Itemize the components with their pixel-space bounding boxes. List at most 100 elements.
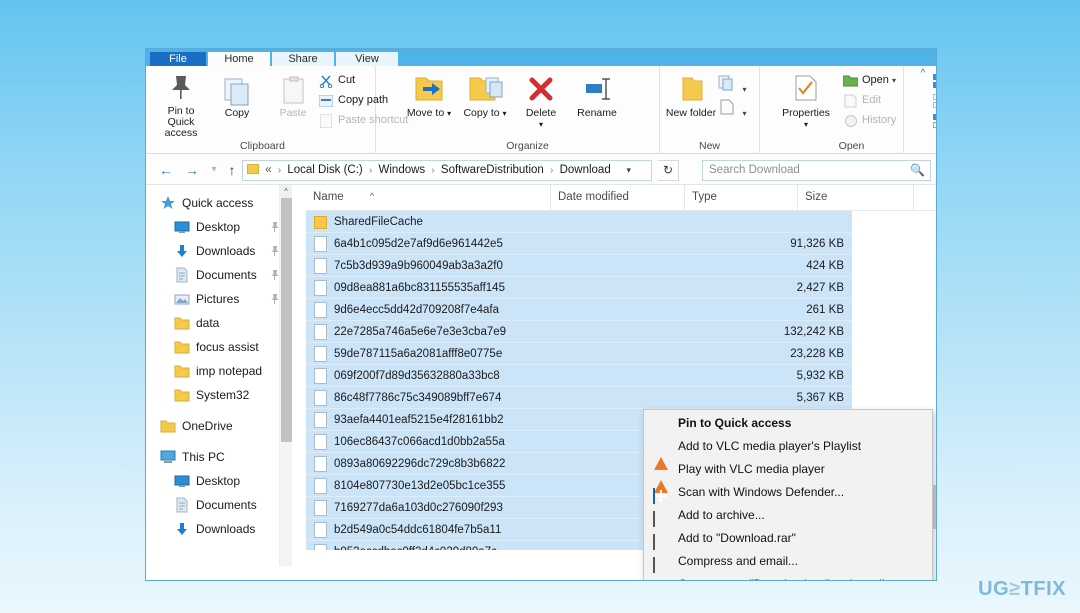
menu-item-label: Add to VLC media player's Playlist xyxy=(678,439,862,453)
file-icon xyxy=(314,346,327,362)
sidebar-item-onedrive[interactable]: OneDrive xyxy=(146,414,292,438)
paste-button[interactable]: Paste xyxy=(266,76,320,119)
sidebar-item-pictures[interactable]: Pictures xyxy=(146,287,292,311)
table-row[interactable]: 9d6e4ecc5dd42d709208f7e4afa 261 KB xyxy=(306,299,936,321)
vlc-icon xyxy=(653,462,668,493)
navigation-pane: Quick access Desktop Downloads Documents… xyxy=(146,185,292,566)
move-to-dropdown-icon[interactable]: ▾ xyxy=(447,109,451,118)
column-header-name[interactable]: Name ^ xyxy=(306,185,551,210)
column-header-size[interactable]: Size xyxy=(798,185,914,210)
sidebar-item-desktop[interactable]: Desktop xyxy=(146,215,292,239)
delete-button[interactable]: Delete ▾ xyxy=(514,72,568,130)
new-item-dropdown-icon[interactable]: ▾ xyxy=(742,85,746,94)
file-name: 0893a80692296dc729c8b3b6822 xyxy=(334,458,506,470)
breadcrumb-dropdown-icon[interactable]: ▾ xyxy=(626,161,631,180)
sidebar-item-this-pc[interactable]: This PC xyxy=(146,445,292,469)
tab-view[interactable]: View xyxy=(336,52,398,66)
ribbon-tab-strip: File Home Share View xyxy=(146,49,936,66)
new-folder-icon xyxy=(664,72,718,106)
recent-locations-button[interactable]: ▾ xyxy=(204,160,224,180)
forward-button[interactable]: → xyxy=(182,160,202,180)
table-row[interactable]: 6a4b1c095d2e7af9d6e961442e5 91,326 KB xyxy=(306,233,936,255)
menu-item-compress-to-download-rar-and-email[interactable]: Compress to "Download.rar" and email xyxy=(644,573,932,580)
breadcrumb[interactable]: « › Local Disk (C:) › Windows › Software… xyxy=(242,160,652,181)
up-button[interactable]: ↑ xyxy=(222,160,242,180)
properties-button[interactable]: Properties ▾ xyxy=(774,72,838,130)
column-header-date-modified[interactable]: Date modified xyxy=(551,185,685,210)
select-all-icon xyxy=(933,74,936,88)
sidebar-item-focus-assist[interactable]: focus assist xyxy=(146,335,292,359)
sidebar-item-imp-notepad[interactable]: imp notepad xyxy=(146,359,292,383)
delete-dropdown-icon[interactable]: ▾ xyxy=(514,119,568,130)
pin-to-quick-access-button[interactable]: Pin to Quick access xyxy=(154,70,208,139)
breadcrumb-item-download[interactable]: Download xyxy=(560,164,611,176)
sidebar-item-quick-access[interactable]: Quick access xyxy=(146,191,292,215)
table-row[interactable]: 09d8ea881a6bc831155535aff145 2,427 KB xyxy=(306,277,936,299)
navigation-pane-scrollbar[interactable]: ^ xyxy=(279,185,292,566)
select-none-button[interactable]: Select none xyxy=(930,92,936,109)
table-row[interactable]: 59de787115a6a2081afff8e0775e 23,228 KB xyxy=(306,343,936,365)
edit-button[interactable]: Edit xyxy=(842,92,881,109)
sidebar-item-label: This PC xyxy=(182,450,225,464)
sidebar-item-documents[interactable]: Documents xyxy=(146,263,292,287)
table-row[interactable]: 7c5b3d939a9b960049ab3a3a2f0 424 KB xyxy=(306,255,936,277)
menu-item-scan-with-windows-defender[interactable]: Scan with Windows Defender... xyxy=(644,481,932,504)
sidebar-item-this-pc-desktop[interactable]: Desktop xyxy=(146,469,292,493)
breadcrumb-item-windows[interactable]: Windows xyxy=(379,164,426,176)
invert-selection-button[interactable]: Invert selection xyxy=(930,112,936,129)
tab-file[interactable]: File xyxy=(150,52,206,66)
menu-item-add-to-archive[interactable]: Add to archive... xyxy=(644,504,932,527)
menu-item-play-with-vlc-media-player[interactable]: Play with VLC media player xyxy=(644,458,932,493)
file-icon xyxy=(314,412,327,428)
menu-item-pin-to-quick-access[interactable]: Pin to Quick access xyxy=(644,412,932,435)
paste-shortcut-button[interactable]: Paste shortcut xyxy=(318,112,408,129)
sidebar-item-system32[interactable]: System32 xyxy=(146,383,292,407)
column-header-type[interactable]: Type xyxy=(685,185,798,210)
copy-to-dropdown-icon[interactable]: ▾ xyxy=(503,109,507,118)
move-to-button[interactable]: Move to ▾ xyxy=(402,72,456,119)
tab-share[interactable]: Share xyxy=(272,52,334,66)
copy-path-icon xyxy=(319,95,333,107)
scroll-up-icon[interactable]: ^ xyxy=(280,185,292,198)
cut-button[interactable]: Cut xyxy=(318,72,355,89)
easy-access-button[interactable]: ▾ xyxy=(718,98,746,121)
file-icon xyxy=(314,258,327,274)
delete-x-icon xyxy=(514,72,568,106)
file-size: 2,427 KB xyxy=(796,282,844,294)
table-row[interactable]: 069f200f7d89d35632880a33bc8 5,932 KB xyxy=(306,365,936,387)
table-row[interactable]: SharedFileCache xyxy=(306,211,936,233)
search-input[interactable]: Search Download 🔍 xyxy=(702,160,931,181)
select-all-button[interactable]: Select all xyxy=(930,72,936,89)
copy-button[interactable]: Copy xyxy=(210,76,264,119)
breadcrumb-item-local-disk[interactable]: Local Disk (C:) xyxy=(287,164,362,176)
ribbon-group-open-label: Open xyxy=(838,140,865,152)
rename-icon xyxy=(570,72,624,106)
easy-access-dropdown-icon[interactable]: ▾ xyxy=(742,109,746,118)
new-folder-button[interactable]: New folder xyxy=(664,72,718,119)
sidebar-item-downloads[interactable]: Downloads xyxy=(146,239,292,263)
table-row[interactable]: 22e7285a746a5e6e7e3e3cba7e9 132,242 KB xyxy=(306,321,936,343)
copy-path-button[interactable]: Copy path xyxy=(318,92,388,109)
sidebar-item-data[interactable]: data xyxy=(146,311,292,335)
refresh-button[interactable]: ↻ xyxy=(658,160,679,181)
breadcrumb-item-softwaredistribution[interactable]: SoftwareDistribution xyxy=(441,164,544,176)
menu-item-compress-and-email[interactable]: Compress and email... xyxy=(644,550,932,573)
menu-item-add-to-download-rar[interactable]: Add to "Download.rar" xyxy=(644,527,932,550)
sidebar-item-this-pc-documents[interactable]: Documents xyxy=(146,493,292,517)
breadcrumb-overflow[interactable]: « xyxy=(265,164,271,176)
back-button[interactable]: ← xyxy=(156,160,176,180)
search-icon[interactable]: 🔍 xyxy=(910,163,925,177)
open-button[interactable]: Open ▾ xyxy=(842,72,896,89)
menu-item-add-to-vlc-media-player-s-playlist[interactable]: Add to VLC media player's Playlist xyxy=(644,435,932,470)
copy-to-button[interactable]: Copy to ▾ xyxy=(458,72,512,119)
table-row[interactable]: 86c48f7786c75c349089bff7e674 5,367 KB xyxy=(306,387,936,409)
properties-dropdown-icon[interactable]: ▾ xyxy=(774,119,838,130)
scrollbar-thumb[interactable] xyxy=(281,198,292,442)
open-dropdown-icon[interactable]: ▾ xyxy=(892,76,896,85)
rename-button[interactable]: Rename xyxy=(570,72,624,119)
watermark-text-c: TFIX xyxy=(1020,578,1066,600)
tab-home[interactable]: Home xyxy=(208,52,270,66)
sidebar-item-this-pc-downloads[interactable]: Downloads xyxy=(146,517,292,541)
new-item-button[interactable]: ▾ xyxy=(718,74,746,97)
history-button[interactable]: History xyxy=(842,112,896,129)
